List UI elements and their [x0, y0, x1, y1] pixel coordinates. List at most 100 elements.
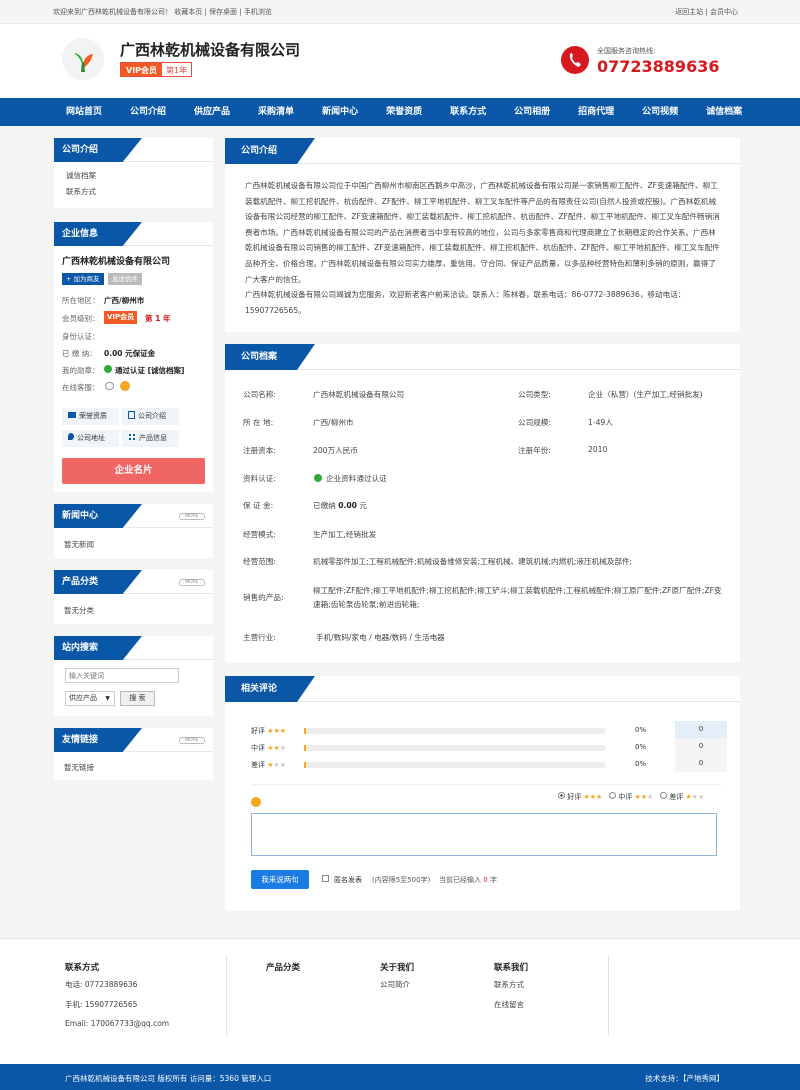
deposit-value: 0.00 元保证金	[104, 349, 156, 358]
rating-bad-bar	[304, 762, 606, 768]
tech-support-link[interactable]: 技术支持：【产地秀网】	[645, 1073, 724, 1084]
nav-video[interactable]: 公司视频	[628, 98, 692, 126]
member-year: 第1年	[162, 63, 192, 76]
intro-contact: 广西林乾机械设备有限公司竭诚为您服务，欢迎新老客户前来洽谈。联系人：陈林春，联系…	[245, 290, 686, 315]
comment-textarea[interactable]	[251, 813, 717, 856]
intro-paragraph: 广西林乾机械设备有限公司位于中国广西柳州市柳南区西鹅乡中高沙，广西林乾机械设备有…	[245, 181, 720, 284]
search-input[interactable]	[65, 668, 179, 683]
footer-message-link[interactable]: 在线留言	[494, 999, 524, 1010]
rating-bad-pct: 0%	[635, 760, 647, 768]
sidebar-link-credit[interactable]: 诚信档案	[54, 168, 213, 184]
archive-name-label: 公司名称:	[243, 390, 276, 399]
archive-year: 2010	[588, 445, 608, 454]
nav-honors[interactable]: 荣誉资质	[372, 98, 436, 126]
grid-about-label: 公司介绍	[138, 412, 166, 420]
footer-divider	[608, 955, 609, 1035]
vip-badge: VIP会员 第1年	[120, 62, 193, 77]
nav-credit[interactable]: 诚信档案	[692, 98, 756, 126]
nav-album[interactable]: 公司相册	[500, 98, 564, 126]
company-logo	[62, 38, 104, 80]
nav-contact[interactable]: 联系方式	[436, 98, 500, 126]
footer-email: Email: 170067733@qq.com	[65, 1019, 170, 1028]
business-card-button[interactable]: 企业名片	[62, 458, 205, 484]
stars-icon: ★★★	[267, 727, 287, 735]
news-more-button[interactable]: MORE	[179, 513, 205, 520]
emoji-icon[interactable]	[251, 797, 261, 807]
rating-mid-bar	[304, 745, 606, 751]
nav-news[interactable]: 新闻中心	[308, 98, 372, 126]
news-empty: 暂无新闻	[64, 540, 94, 549]
nav-home[interactable]: 网站首页	[52, 98, 116, 126]
search-button[interactable]: 搜 索	[120, 691, 155, 706]
chat-icon[interactable]	[105, 382, 114, 390]
hotline-label: 全国服务咨询热线:	[597, 47, 656, 55]
sidebar-links-box: 友情链接 MORE 暂无链接	[54, 728, 213, 780]
anonymous-checkbox[interactable]	[322, 875, 329, 882]
deposit-unit: 元	[359, 501, 367, 510]
archive-type: 企业（私营）(生产加工,经销批发)	[588, 390, 703, 399]
welcome-links[interactable]: 欢迎来到广西林乾机械设备有限公司！ 收藏本页 | 保存桌面 | 手机浏览	[53, 7, 272, 17]
seal-label: 我的勋章：	[62, 366, 100, 375]
grid-about[interactable]: 公司介绍	[122, 408, 179, 425]
footer-about-link[interactable]: 公司简介	[380, 979, 410, 990]
nav-about[interactable]: 公司介绍	[116, 98, 180, 126]
honor-icon	[68, 412, 76, 418]
grid-address[interactable]: 公司地址	[62, 430, 119, 447]
rating-good-bar	[304, 728, 606, 734]
footer-contact-link[interactable]: 联系方式	[494, 979, 524, 990]
service-label: 在线客服：	[62, 383, 100, 392]
sidebar-info-title: 企业信息	[54, 222, 142, 246]
archive-capital: 200万人民币	[313, 446, 358, 455]
add-friend-button[interactable]: + 加为商友	[62, 273, 104, 285]
seal-value: 通过认证 [诚信档案]	[115, 366, 185, 375]
radio-mid[interactable]: 中评 ★★★	[608, 792, 653, 801]
deposit-label: 已 缴 纳：	[62, 349, 97, 358]
footer-tel: 电话: 07723889636	[65, 980, 138, 989]
top-bar: 欢迎来到广西林乾机械设备有限公司！ 收藏本页 | 保存桌面 | 手机浏览 返回主…	[0, 0, 800, 24]
footer-about-title: 关于我们	[380, 963, 415, 973]
archive-loc-label: 所 在 地:	[243, 418, 274, 427]
intro-panel-title: 公司介绍	[225, 138, 315, 164]
nav-supply[interactable]: 供应产品	[180, 98, 244, 126]
company-name: 广西林乾机械设备有限公司	[120, 41, 301, 59]
info-company-name: 广西林乾机械设备有限公司	[62, 257, 171, 267]
submit-comment-button[interactable]: 我来说两句	[251, 870, 309, 889]
archive-deposit: 已缴纳 0.00 元	[313, 500, 367, 511]
send-message-button[interactable]: 发送信件	[108, 273, 142, 285]
archive-mode-label: 经营模式:	[243, 530, 276, 539]
category-more-button[interactable]: MORE	[179, 579, 205, 586]
archive-panel: 公司档案 公司名称: 广西林乾机械设备有限公司 公司类型: 企业（私营）(生产加…	[225, 344, 740, 662]
grid-products[interactable]: 产品信息	[122, 430, 179, 447]
grid-honors[interactable]: 荣誉资质	[62, 408, 119, 425]
archive-scope: 机械零部件加工;工程机械配件;机械设备维修安装;工程机械、建筑机械;内燃机;液压…	[313, 557, 633, 566]
sidebar-intro-title: 公司介绍	[54, 138, 142, 162]
sidebar-news-box: 新闻中心 MORE 暂无新闻	[54, 504, 213, 558]
rating-mid-count: 0	[675, 738, 727, 755]
rating-good-label: 好评 ★★★	[251, 727, 287, 735]
nav-purchase[interactable]: 采购清单	[244, 98, 308, 126]
divider	[251, 784, 721, 785]
archive-products: 柳工配件;ZF配件;柳工平地机配件;柳工挖机配件;柳工铲斗;柳工装载机配件;工程…	[313, 586, 722, 609]
sidebar-link-contact[interactable]: 联系方式	[54, 184, 213, 200]
archive-industry-label: 主营行业:	[243, 633, 276, 642]
copyright-bar: 广西林乾机械设备有限公司 版权所有 访问量：5360 管理入口 技术支持：【产地…	[0, 1064, 800, 1090]
radio-bad[interactable]: 差评 ★★★	[659, 792, 704, 801]
deposit-prefix: 已缴纳	[313, 501, 336, 510]
archive-loc: 广西/柳州市	[313, 418, 354, 427]
search-scope-select[interactable]: 供应产品 ▼	[65, 691, 115, 706]
footer-mobile: 手机: 15907726565	[65, 1000, 138, 1009]
qq-icon[interactable]	[120, 381, 130, 391]
region-value: 广西/柳州市	[104, 296, 145, 305]
nav-agent[interactable]: 招商代理	[564, 98, 628, 126]
search-scope-value: 供应产品	[69, 694, 97, 702]
grid-icon	[128, 433, 136, 441]
sidebar-info-box: 企业信息 广西林乾机械设备有限公司 + 加为商友 发送信件 所在地区： 广西/柳…	[54, 222, 213, 492]
archive-cert: 企业资料通过认证	[326, 474, 387, 483]
rating-good-pct: 0%	[635, 726, 647, 734]
archive-industry: 手机/数码/家电 / 电器/数码 / 生活电器	[316, 633, 445, 642]
rating-mid-pct: 0%	[635, 743, 647, 751]
radio-good[interactable]: 好评 ★★★	[558, 792, 602, 801]
anonymous-label: 匿名发表	[334, 876, 362, 884]
links-more-button[interactable]: MORE	[179, 737, 205, 744]
top-right-links[interactable]: 返回主站 | 会员中心	[675, 7, 738, 17]
